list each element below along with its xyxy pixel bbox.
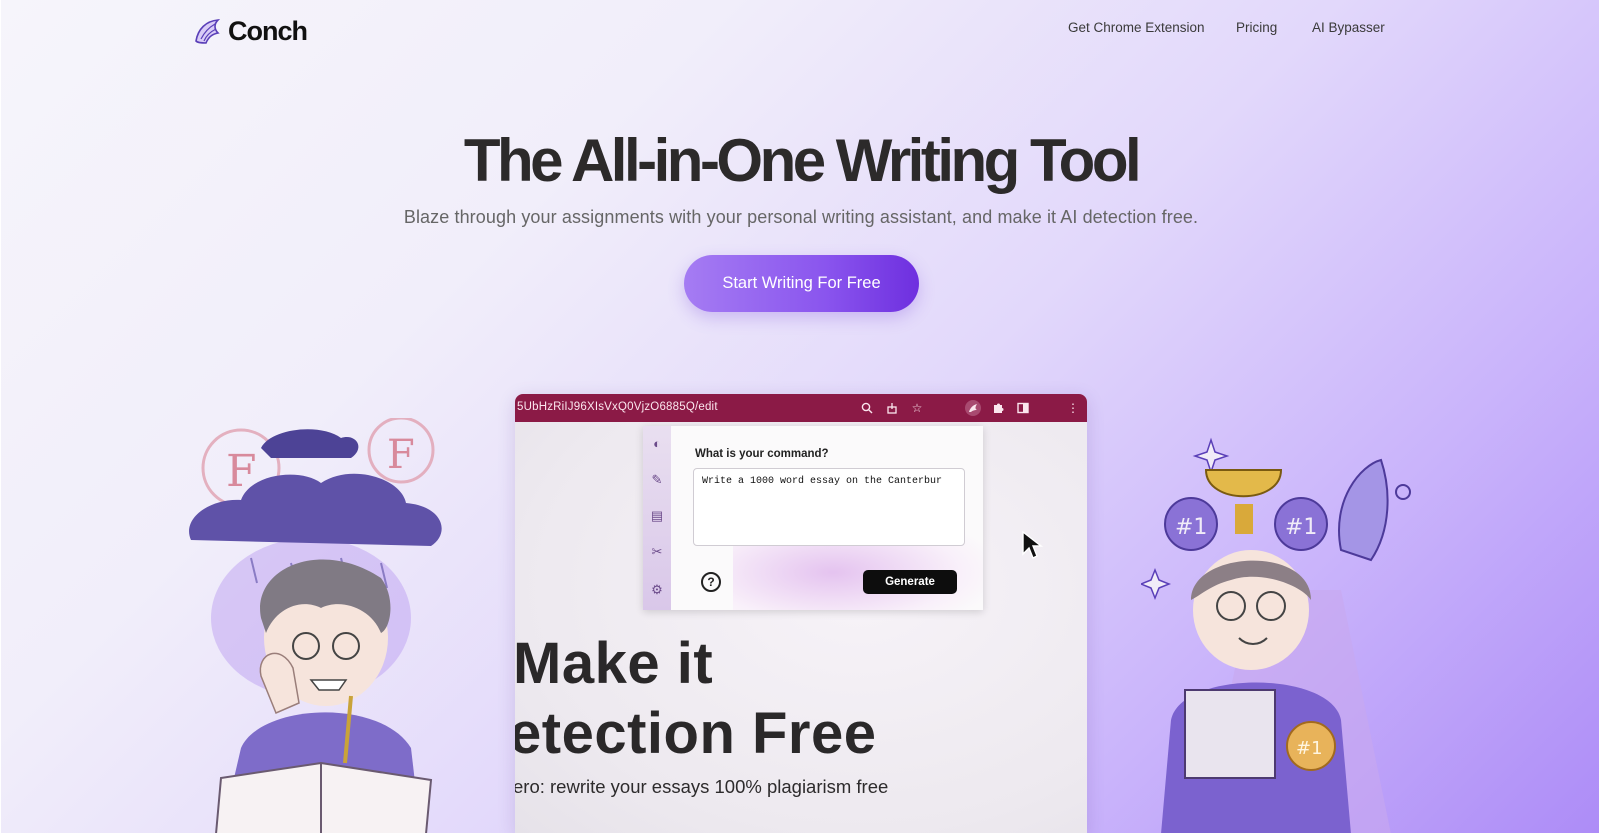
document-area: ◐ ✎ ▤ ✂ ⚙ What is your command? Write a … [515,422,1087,833]
generate-button[interactable]: Generate [863,570,957,594]
top-nav: Get Chrome Extension Pricing AI Bypasser [1,20,1599,40]
scissors-icon[interactable]: ✂ [649,544,665,560]
share-icon[interactable] [884,400,900,416]
mouse-cursor-icon [1022,530,1043,559]
help-icon[interactable]: ? [701,572,721,592]
landing-page: Conch Get Chrome Extension Pricing AI By… [1,0,1599,833]
document-icon[interactable]: ▤ [649,508,665,524]
nav-ai-bypasser[interactable]: AI Bypasser [1312,20,1385,35]
puzzle-icon[interactable] [990,400,1006,416]
panel-sidebar: ◐ ✎ ▤ ✂ ⚙ [643,426,671,610]
conch-icon[interactable]: ◐ [649,436,665,452]
grade-f-right: F [387,432,415,478]
star-icon[interactable]: ☆ [909,400,925,416]
conch-extension-icon[interactable] [965,400,981,416]
badge-1-left: #1 [1175,515,1207,540]
start-writing-button[interactable]: Start Writing For Free [684,255,919,312]
badge-1-middle: #1 [1285,515,1317,540]
pencil-icon[interactable]: ✎ [649,472,665,488]
winner-student-illustration: #1 #1 #1 [1141,437,1411,833]
stressed-student-illustration: F F [189,418,442,833]
browser-toolbar: 5UbHzRiIJ96XIsVxQ0VjzO6885Q/edit ☆ ⋮ [515,394,1087,422]
command-question: What is your command? [695,448,829,460]
more-icon[interactable]: ⋮ [1065,400,1081,416]
command-panel: ◐ ✎ ▤ ✂ ⚙ What is your command? Write a … [643,426,1043,610]
nav-get-chrome-extension[interactable]: Get Chrome Extension [1068,20,1205,35]
demo-headline-line1: Make it [515,631,714,696]
address-bar[interactable]: 5UbHzRiIJ96XIsVxQ0VjzO6885Q/edit [517,401,718,413]
command-input[interactable]: Write a 1000 word essay on the Canterbur [693,468,965,546]
demo-headline-line2: etection Free [515,701,877,766]
demo-browser-window: 5UbHzRiIJ96XIsVxQ0VjzO6885Q/edit ☆ ⋮ ◐ ✎… [515,394,1087,833]
badge-1-bottom: #1 [1296,738,1323,759]
nav-pricing[interactable]: Pricing [1236,20,1277,35]
sidebar-icon[interactable] [1015,400,1031,416]
gear-icon[interactable]: ⚙ [649,582,665,598]
zoom-icon[interactable] [859,400,875,416]
hero-subtitle: Blaze through your assignments with your… [403,207,1199,227]
hero-title: The All-in-One Writing Tool [463,127,1142,194]
demo-tagline: ero: rewrite your essays 100% plagiarism… [515,776,889,797]
